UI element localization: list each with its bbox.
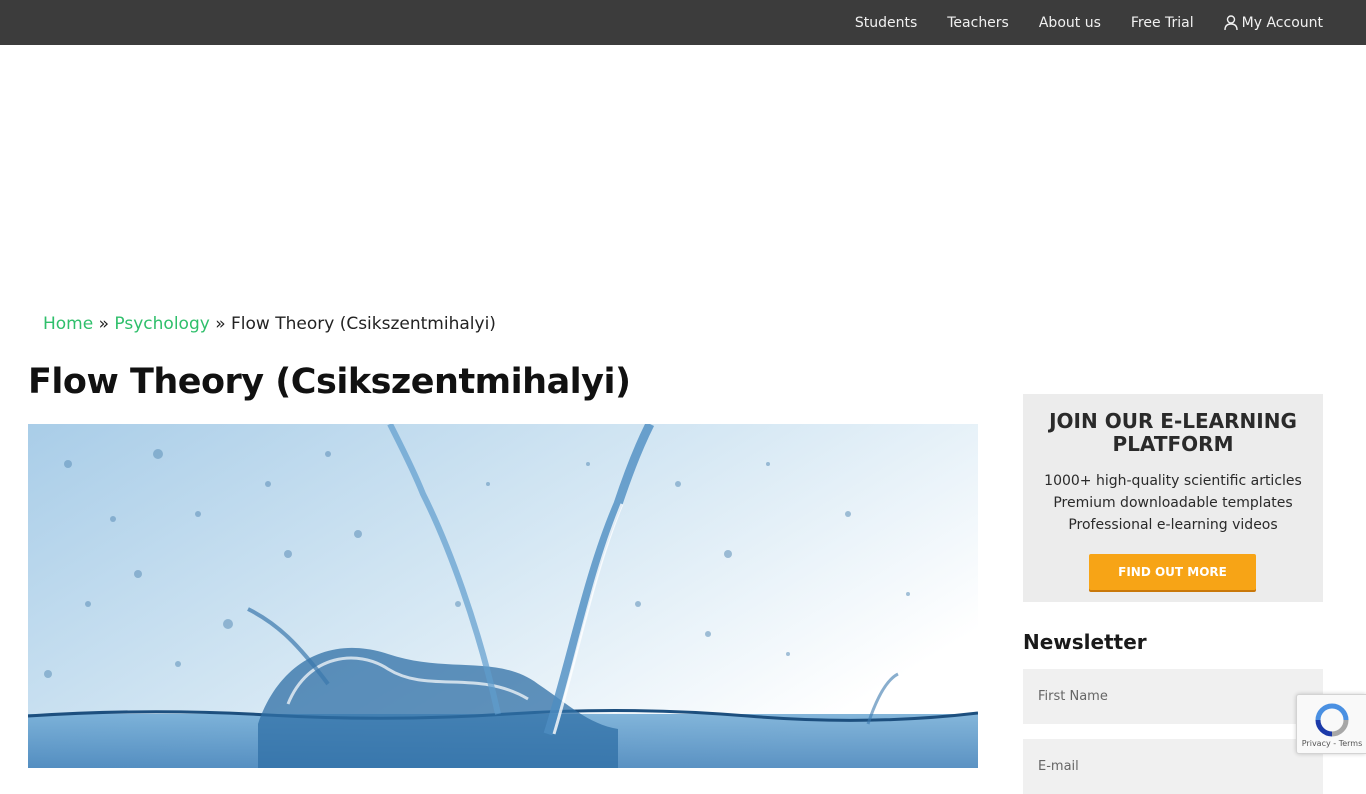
page-title: Flow Theory (Csikszentmihalyi)	[28, 362, 631, 402]
email-field[interactable]	[1023, 739, 1323, 794]
breadcrumb-separator: »	[215, 314, 226, 334]
nav-students[interactable]: Students	[855, 15, 917, 31]
top-navigation-bar: Students Teachers About us Free Trial My…	[0, 0, 1366, 45]
recaptcha-badge[interactable]: Privacy - Terms	[1296, 694, 1366, 754]
newsletter-title: Newsletter	[1023, 630, 1147, 654]
water-splash-image	[28, 424, 978, 768]
recaptcha-icon	[1315, 703, 1349, 737]
breadcrumb-psychology[interactable]: Psychology	[114, 314, 209, 334]
my-account-label: My Account	[1241, 14, 1323, 31]
promo-features: 1000+ high-quality scientific articles P…	[1023, 470, 1323, 536]
nav-about-us[interactable]: About us	[1039, 15, 1101, 31]
breadcrumb-home[interactable]: Home	[43, 314, 93, 334]
main-nav: Students Teachers About us Free Trial My…	[855, 0, 1323, 45]
nav-my-account[interactable]: My Account	[1223, 14, 1323, 31]
promo-heading-line2: PLATFORM	[1112, 432, 1234, 456]
user-icon	[1223, 15, 1238, 30]
promo-feature-videos: Professional e-learning videos	[1068, 517, 1278, 533]
first-name-field[interactable]	[1023, 669, 1323, 724]
promo-feature-articles: 1000+ high-quality scientific articles	[1044, 473, 1302, 489]
promo-heading-line1: JOIN OUR E-LEARNING	[1049, 409, 1297, 433]
breadcrumb-separator: »	[98, 314, 110, 334]
promo-feature-templates: Premium downloadable templates	[1053, 495, 1293, 511]
elearning-promo-banner[interactable]: JOIN OUR E-LEARNING PLATFORM 1000+ high-…	[1023, 394, 1323, 602]
breadcrumb-current: Flow Theory (Csikszentmihalyi)	[231, 314, 496, 334]
nav-teachers[interactable]: Teachers	[947, 15, 1009, 31]
recaptcha-privacy-terms[interactable]: Privacy - Terms	[1297, 739, 1366, 748]
promo-heading: JOIN OUR E-LEARNING PLATFORM	[1023, 410, 1323, 456]
find-out-more-button[interactable]: FIND OUT MORE	[1089, 554, 1256, 590]
nav-free-trial[interactable]: Free Trial	[1131, 15, 1194, 31]
breadcrumb: Home » Psychology » Flow Theory (Csiksze…	[43, 314, 496, 334]
